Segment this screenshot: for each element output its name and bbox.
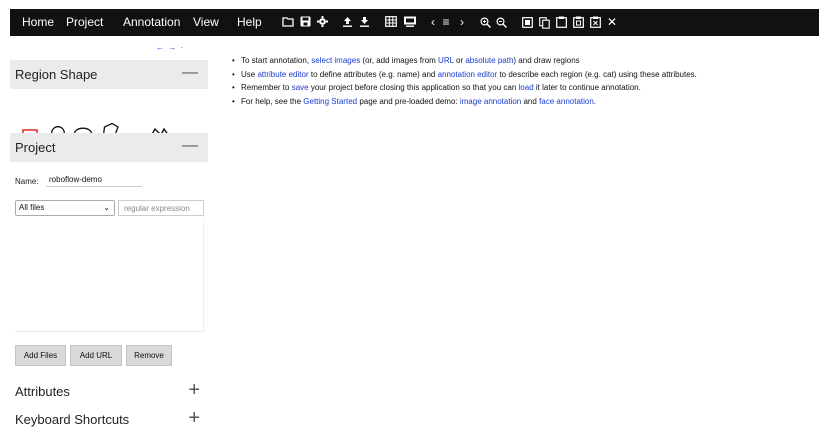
zoom-in-icon[interactable] <box>480 17 491 28</box>
folder-icon[interactable] <box>282 16 294 28</box>
menu-bar: Home Project Annotation View Help ‹ ≡ › <box>10 9 819 36</box>
region-shape-title: Region Shape <box>15 67 98 82</box>
region-shape-header[interactable]: Region Shape — <box>10 60 208 89</box>
instruction-text: page and pre-loaded demo: <box>359 96 458 106</box>
sidebar-resize-arrows[interactable]: ← → · <box>156 43 184 52</box>
instruction-text: your project before closing this applica… <box>310 83 517 92</box>
file-filter-select[interactable]: All files ⌄ <box>15 200 115 216</box>
project-header[interactable]: Project — <box>10 133 208 162</box>
paste-icon[interactable] <box>556 16 567 28</box>
instruction-text: and <box>523 96 537 106</box>
menu-home[interactable]: Home <box>22 9 54 36</box>
save-link[interactable]: save <box>292 83 309 92</box>
expand-icon[interactable]: + <box>188 407 200 430</box>
select-images-link[interactable]: select images <box>311 56 360 65</box>
instruction-text: it later to continue annotation. <box>535 83 641 92</box>
upload-icon[interactable] <box>343 16 352 28</box>
image-annotation-demo-link[interactable]: image annotation <box>460 97 521 106</box>
menu-project[interactable]: Project <box>66 9 103 36</box>
instruction-attributes: Use attribute editor to define attribute… <box>232 68 829 82</box>
image-view-icon[interactable] <box>404 16 416 28</box>
attributes-title: Attributes <box>15 384 70 399</box>
download-icon[interactable] <box>360 16 369 28</box>
instruction-save: Remember to save your project before clo… <box>232 81 829 95</box>
menu-annotation[interactable]: Annotation <box>123 9 180 36</box>
getting-started-link[interactable]: Getting Started <box>303 97 357 106</box>
collapse-icon[interactable]: — <box>182 64 198 82</box>
chevron-down-icon: ⌄ <box>103 203 110 212</box>
file-list[interactable] <box>15 222 204 332</box>
save-icon[interactable] <box>300 16 311 28</box>
instruction-help: For help, see the Getting Started page a… <box>232 95 829 109</box>
select-all-icon[interactable] <box>522 17 533 28</box>
add-files-button[interactable]: Add Files <box>15 345 66 366</box>
keyboard-shortcuts-title: Keyboard Shortcuts <box>15 412 130 427</box>
instruction-text: For help, see the <box>241 96 302 106</box>
list-icon[interactable]: ≡ <box>440 9 452 36</box>
attributes-header[interactable]: Attributes + <box>10 377 208 405</box>
project-name-label: Name: <box>15 177 39 186</box>
instruction-text: Use <box>241 69 256 79</box>
attribute-editor-link[interactable]: attribute editor <box>257 70 308 79</box>
load-link[interactable]: load <box>519 83 534 92</box>
remove-button[interactable]: Remove <box>126 345 172 366</box>
collapse-icon[interactable]: — <box>182 137 198 155</box>
settings-icon[interactable] <box>317 16 328 28</box>
left-sidebar: ← → · Region Shape — Project — Name: All… <box>10 36 208 432</box>
add-url-button[interactable]: Add URL <box>70 345 122 366</box>
next-icon[interactable]: › <box>458 9 466 36</box>
file-filter-value: All files <box>19 203 45 212</box>
instruction-text: Remember to <box>241 83 290 92</box>
instruction-text: or <box>456 56 464 65</box>
welcome-instructions: To start annotation, select images (or, … <box>232 54 829 108</box>
url-link[interactable]: URL <box>438 56 454 65</box>
menu-help[interactable]: Help <box>237 9 262 36</box>
menu-view[interactable]: View <box>193 9 219 36</box>
project-name-input[interactable] <box>46 173 142 187</box>
absolute-path-link[interactable]: absolute path <box>465 56 513 65</box>
instruction-text: (or, add images from <box>362 56 436 65</box>
zoom-out-icon[interactable] <box>496 17 507 28</box>
copy-icon[interactable] <box>539 17 550 29</box>
instruction-text: To start annotation, <box>241 56 310 65</box>
regex-filter-input[interactable] <box>118 200 204 216</box>
expand-icon[interactable]: + <box>188 379 200 402</box>
project-title: Project <box>15 140 56 155</box>
close-icon[interactable]: ✕ <box>607 9 617 36</box>
face-annotation-demo-link[interactable]: face annotation <box>539 97 594 106</box>
annotation-editor-link[interactable]: annotation editor <box>438 70 498 79</box>
grid-view-icon[interactable] <box>385 16 397 28</box>
delete-region-icon[interactable] <box>590 16 601 28</box>
keyboard-shortcuts-header[interactable]: Keyboard Shortcuts + <box>10 405 208 432</box>
instruction-text: . <box>593 96 597 106</box>
prev-icon[interactable]: ‹ <box>429 9 437 36</box>
paste-multi-icon[interactable] <box>573 16 584 28</box>
instruction-text: ) and draw regions <box>513 56 580 65</box>
instruction-text: to describe each region (e.g. cat) using… <box>499 69 697 79</box>
instruction-text: to define attributes (e.g. name) and <box>310 69 436 79</box>
instruction-start-annotation: To start annotation, select images (or, … <box>232 54 829 68</box>
